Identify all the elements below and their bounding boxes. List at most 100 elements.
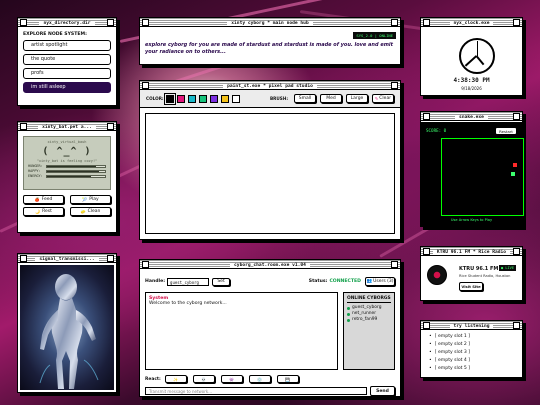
pet-titlebar[interactable]: xinty_bat.pet a... bbox=[18, 122, 116, 131]
close-box[interactable] bbox=[142, 81, 149, 89]
color-swatch[interactable] bbox=[163, 92, 176, 105]
pet-stat: HUNGER: bbox=[28, 164, 106, 168]
pet-action-label: Play bbox=[89, 197, 99, 202]
chat-window: cyborg_chat.room.exe v1.04 Handle: guest… bbox=[139, 259, 401, 397]
directory-titlebar[interactable]: nyx_directory.dir bbox=[18, 18, 116, 27]
close-box[interactable] bbox=[142, 260, 149, 268]
listening-slot[interactable]: •[ empty slot 1 ] bbox=[429, 333, 514, 341]
clock-titlebar[interactable]: nyx_clock.exe bbox=[421, 18, 522, 27]
users-label: Users (3) bbox=[373, 279, 394, 284]
listening-titlebar[interactable]: try listening bbox=[421, 321, 522, 330]
zoom-box[interactable] bbox=[513, 112, 520, 120]
react-bar: React: ✨ 💀 👾 💿 💾 bbox=[145, 375, 299, 383]
reaction-button[interactable]: ✨ bbox=[164, 375, 187, 383]
close-box[interactable] bbox=[423, 112, 430, 120]
close-box[interactable] bbox=[423, 18, 430, 26]
restart-button[interactable]: Restart bbox=[495, 127, 517, 135]
zoom-box[interactable] bbox=[391, 18, 398, 26]
zoom-box[interactable] bbox=[513, 18, 520, 26]
zoom-box[interactable] bbox=[107, 254, 114, 262]
snake-score: SCORE: 0 bbox=[426, 128, 447, 133]
chat-titlebar[interactable]: cyborg_chat.room.exe v1.04 bbox=[140, 260, 400, 269]
users-button[interactable]: 👥 Users (3) bbox=[365, 277, 395, 286]
window-title: cyborg_chat.room.exe v1.04 bbox=[230, 262, 310, 268]
snake-hint: Use Arrow Keys to Play bbox=[450, 218, 493, 222]
snake-board[interactable] bbox=[441, 138, 524, 216]
signal-titlebar[interactable]: signal_transmissi... bbox=[18, 254, 116, 263]
radio-titlebar[interactable]: KTRU 96.1 FM * Rice Radio bbox=[421, 247, 522, 256]
reaction-button[interactable]: 💀 bbox=[192, 375, 215, 383]
visit-site-button[interactable]: Visit Site bbox=[459, 282, 483, 291]
window-title: paint_st.exe * pixel pad studio bbox=[223, 83, 317, 89]
listening-slot[interactable]: •[ empty slot 5 ] bbox=[429, 365, 514, 373]
brush-med-button[interactable]: Med bbox=[320, 94, 342, 103]
pet-rest-button[interactable]: 🌙 Rest bbox=[23, 207, 64, 216]
close-box[interactable] bbox=[20, 18, 27, 26]
chat-header: Handle: guest_cyborg Set Status: CONNECT… bbox=[145, 277, 395, 286]
zoom-box[interactable] bbox=[391, 81, 398, 89]
online-user[interactable]: retro_fan99 bbox=[347, 317, 391, 323]
hub-titlebar[interactable]: xinty cyborg * main node hub bbox=[140, 18, 400, 27]
color-swatch[interactable] bbox=[176, 94, 185, 103]
zoom-box[interactable] bbox=[391, 260, 398, 268]
zoom-box[interactable] bbox=[513, 247, 520, 255]
color-swatch[interactable] bbox=[187, 94, 196, 103]
message-input[interactable]: Transmit message to network... bbox=[145, 387, 367, 395]
close-box[interactable] bbox=[20, 122, 27, 130]
color-swatch[interactable] bbox=[231, 94, 240, 103]
zoom-box[interactable] bbox=[107, 122, 114, 130]
paint-canvas[interactable] bbox=[145, 113, 395, 234]
eraser-icon: ✎ bbox=[374, 96, 379, 101]
color-label: COLOR: bbox=[146, 96, 164, 101]
pet-stat-label: ENERGY: bbox=[28, 174, 43, 178]
brush-buttons: Small Med Large bbox=[294, 94, 368, 103]
food-icon: 🍎 bbox=[34, 197, 40, 202]
close-box[interactable] bbox=[20, 254, 27, 262]
bullet-icon: • bbox=[429, 334, 432, 339]
listening-slot[interactable]: •[ empty slot 4 ] bbox=[429, 357, 514, 365]
paint-titlebar[interactable]: paint_st.exe * pixel pad studio bbox=[140, 81, 400, 90]
color-swatch[interactable] bbox=[220, 94, 229, 103]
pet-play-button[interactable]: 🎾 Play bbox=[70, 195, 111, 204]
reaction-button[interactable]: 💾 bbox=[276, 375, 299, 383]
brush-large-button[interactable]: Large bbox=[346, 94, 368, 103]
color-swatch[interactable] bbox=[209, 94, 218, 103]
set-handle-button[interactable]: Set bbox=[212, 277, 231, 286]
reaction-button[interactable]: 💿 bbox=[248, 375, 271, 383]
window-title: snake.exe bbox=[455, 114, 488, 120]
close-box[interactable] bbox=[423, 247, 430, 255]
brush-label: BRUSH: bbox=[269, 96, 288, 101]
chat-log: System Welcome to the cyborg network... bbox=[145, 292, 338, 370]
window-title: signal_transmissi... bbox=[35, 256, 99, 262]
online-user-name: retro_fan99 bbox=[352, 317, 378, 322]
close-box[interactable] bbox=[423, 321, 430, 329]
window-title: KTRU 96.1 FM * Rice Radio bbox=[432, 249, 511, 255]
directory-item[interactable]: profs bbox=[23, 68, 111, 79]
online-panel: ONLINE CYBORGS guest_cyborg net_runner ret… bbox=[343, 292, 395, 370]
react-label: React: bbox=[145, 376, 161, 382]
pet-name: xinty_virtual_bauh bbox=[47, 140, 87, 144]
color-swatch[interactable] bbox=[198, 94, 207, 103]
zoom-box[interactable] bbox=[513, 321, 520, 329]
pet-stat-fill bbox=[47, 175, 91, 177]
directory-item[interactable]: the quote bbox=[23, 54, 111, 65]
listening-slot[interactable]: •[ empty slot 2 ] bbox=[429, 341, 514, 349]
pet-feed-button[interactable]: 🍎 Feed bbox=[23, 195, 64, 204]
directory-item[interactable]: artist spotlight bbox=[23, 40, 111, 51]
directory-item[interactable]: im still asleep bbox=[23, 82, 111, 93]
reaction-button[interactable]: 👾 bbox=[220, 375, 243, 383]
directory-window: nyx_directory.dir EXPLORE NODE SYSTEM: a… bbox=[17, 17, 117, 106]
directory-heading: EXPLORE NODE SYSTEM: bbox=[23, 32, 87, 37]
clear-label: Clear bbox=[379, 96, 392, 101]
second-hand bbox=[476, 41, 478, 56]
close-box[interactable] bbox=[142, 18, 149, 26]
snake-titlebar[interactable]: snake.exe bbox=[421, 112, 522, 121]
send-button[interactable]: Send bbox=[370, 386, 395, 396]
zoom-box[interactable] bbox=[107, 18, 114, 26]
listening-slot[interactable]: •[ empty slot 3 ] bbox=[429, 349, 514, 357]
pet-clean-button[interactable]: 🧽 Clean bbox=[70, 207, 111, 216]
brush-small-button[interactable]: Small bbox=[294, 94, 316, 103]
pet-stat-bar bbox=[46, 164, 106, 168]
handle-input[interactable]: guest_cyborg bbox=[167, 277, 210, 286]
clear-button[interactable]: ✎ Clear bbox=[372, 94, 394, 103]
